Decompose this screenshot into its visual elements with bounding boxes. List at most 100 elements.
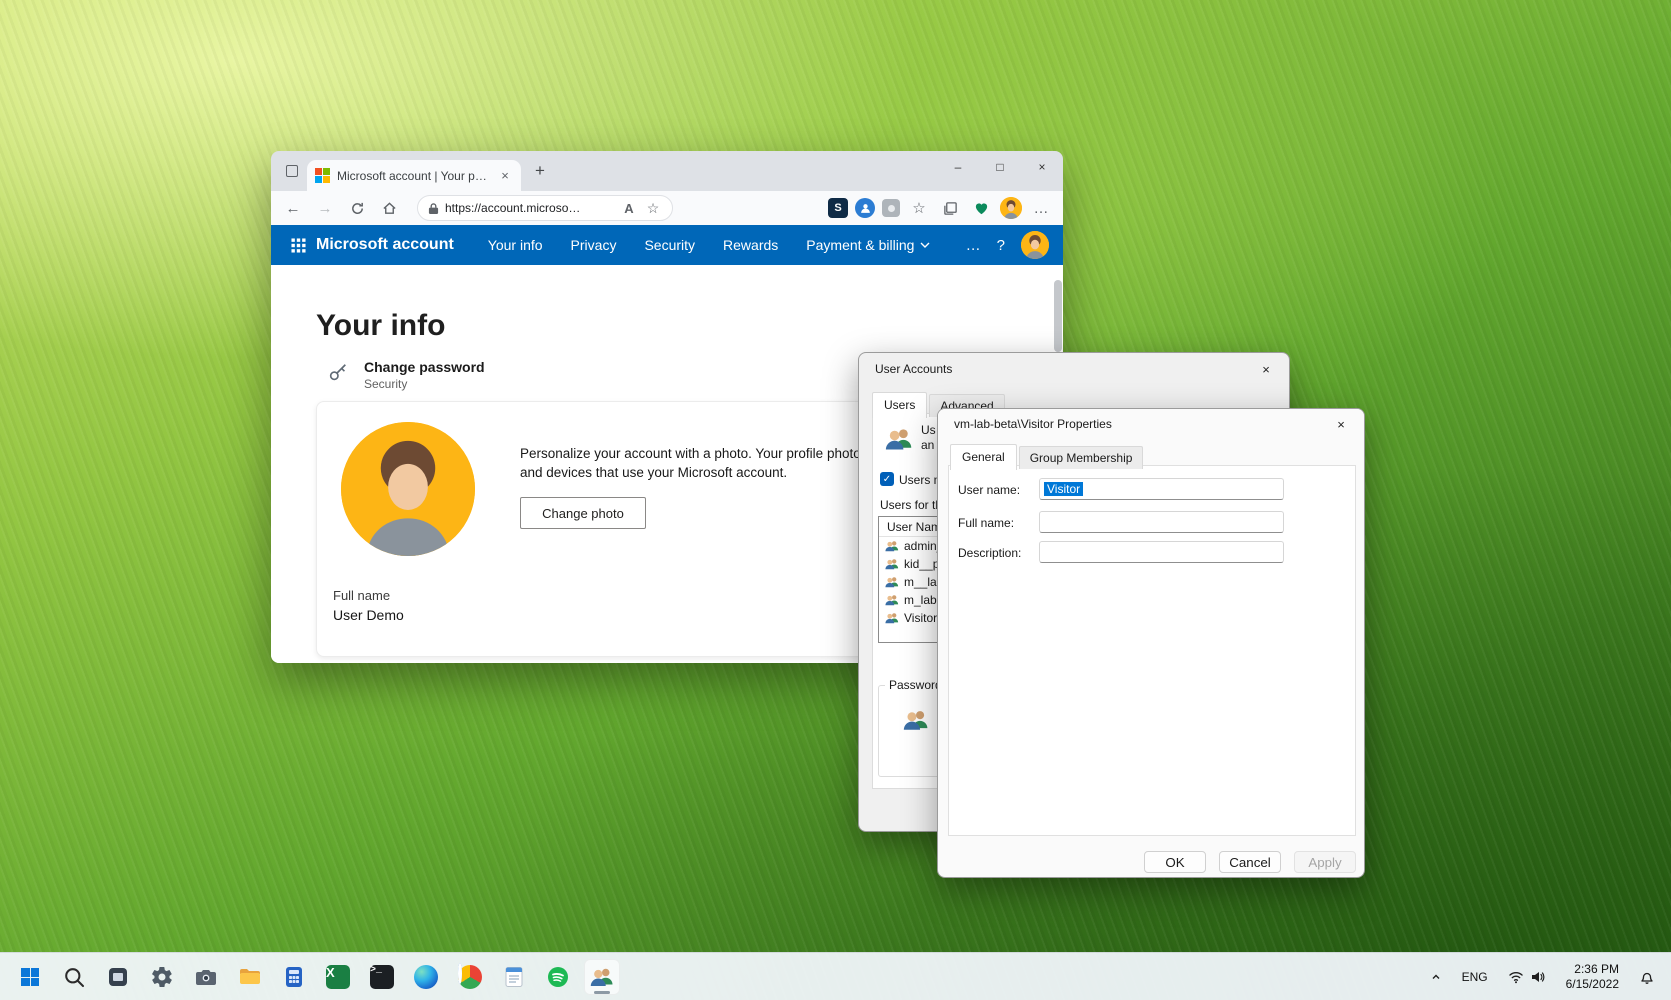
photo-description-line1: Personalize your account with a photo. Y… <box>520 446 875 461</box>
app-launcher-icon[interactable] <box>291 237 306 253</box>
taskbar: X >_ ENG 2:36 PM 6/15/2022 <box>0 952 1671 1000</box>
minimize-button[interactable]: – <box>937 151 979 183</box>
change-password-text: Change password Security <box>364 359 485 391</box>
home-icon <box>382 201 396 214</box>
check-icon: ✓ <box>882 473 892 485</box>
nav-rewards[interactable]: Rewards <box>723 237 778 253</box>
tab-users[interactable]: Users <box>872 392 928 418</box>
ms-account-brand[interactable]: Microsoft account <box>316 236 454 254</box>
volume-icon <box>1531 971 1545 982</box>
browser-toolbar: ← → https://account.microso… A ☆ S ☆ … <box>271 191 1063 225</box>
close-button[interactable]: × <box>1021 151 1063 183</box>
avatar-cartoon-icon <box>1021 231 1049 259</box>
user-accounts-app-button[interactable] <box>584 958 620 995</box>
maximize-button[interactable]: □ <box>979 151 1021 183</box>
calculator-button[interactable] <box>276 959 312 995</box>
user-accounts-close-icon[interactable]: × <box>1243 353 1289 385</box>
camera-button[interactable] <box>188 959 224 995</box>
ok-button[interactable]: OK <box>1144 851 1206 873</box>
edge-button[interactable] <box>408 959 444 995</box>
spotify-button[interactable] <box>540 959 576 995</box>
full-name-input[interactable] <box>1039 511 1284 533</box>
chrome-button[interactable] <box>452 959 488 995</box>
user-accounts-app-icon <box>590 968 613 986</box>
heart-icon <box>975 202 987 214</box>
add-favorite-star-icon[interactable]: ☆ <box>644 196 662 220</box>
ms-more-icon[interactable]: … <box>966 237 981 254</box>
back-button[interactable]: ← <box>279 194 307 222</box>
calculator-icon <box>286 966 302 987</box>
forward-button[interactable]: → <box>311 194 339 222</box>
system-tray: ENG 2:36 PM 6/15/2022 <box>1426 958 1671 996</box>
user-accounts-titlebar: User Accounts <box>859 353 1289 385</box>
tab-close-icon[interactable]: × <box>497 168 513 184</box>
wifi-icon <box>1508 971 1523 983</box>
clock-button[interactable]: 2:36 PM 6/15/2022 <box>1562 958 1623 996</box>
terminal-button[interactable]: >_ <box>364 959 400 995</box>
nav-security[interactable]: Security <box>644 237 695 253</box>
key-icon <box>329 364 346 381</box>
favorites-icon[interactable]: ☆ <box>907 196 931 220</box>
chevron-down-icon <box>920 242 930 248</box>
browser-menu-icon[interactable]: … <box>1029 196 1053 220</box>
collections-icon[interactable] <box>938 196 962 220</box>
nav-your-info[interactable]: Your info <box>488 237 543 253</box>
account-extension-icon[interactable] <box>855 198 875 218</box>
quick-settings-button[interactable] <box>1504 965 1550 989</box>
user-name-input[interactable]: Visitor <box>1039 478 1284 500</box>
address-bar[interactable]: https://account.microso… A ☆ <box>417 195 673 221</box>
extension-s-icon[interactable]: S <box>828 198 848 218</box>
change-password-row[interactable]: Change password Security <box>327 359 485 391</box>
tab-group-membership[interactable]: Group Membership <box>1018 446 1144 469</box>
description-input[interactable] <box>1039 541 1284 563</box>
users-intro-line1: Us <box>921 423 936 437</box>
collections-glyph-icon <box>943 201 957 215</box>
notepad-icon <box>505 966 523 987</box>
apply-button[interactable]: Apply <box>1294 851 1356 873</box>
language-label: ENG <box>1461 969 1488 984</box>
tab-general[interactable]: General <box>950 444 1017 470</box>
password-users-icon <box>903 711 928 730</box>
browser-essentials-icon[interactable] <box>969 196 993 220</box>
tab-actions-button[interactable] <box>279 158 305 184</box>
chevron-up-icon <box>1432 974 1440 979</box>
notepad-button[interactable] <box>496 959 532 995</box>
cancel-button[interactable]: Cancel <box>1219 851 1281 873</box>
refresh-button[interactable] <box>343 194 371 222</box>
person-icon <box>860 203 870 213</box>
spotify-icon <box>548 966 568 987</box>
camera-icon <box>196 969 216 985</box>
help-icon[interactable]: ? <box>997 237 1005 254</box>
change-photo-button[interactable]: Change photo <box>520 497 646 529</box>
avatar-cartoon-icon <box>1000 197 1022 219</box>
change-password-link[interactable]: Change password <box>364 359 485 375</box>
language-button[interactable]: ENG <box>1458 966 1492 988</box>
browser-profile-avatar[interactable] <box>1000 197 1022 219</box>
folder-icon <box>240 968 260 984</box>
require-password-checkbox[interactable]: ✓ <box>880 472 894 486</box>
new-tab-button[interactable]: + <box>527 158 553 184</box>
scrollbar-thumb[interactable] <box>1054 280 1062 352</box>
bell-icon <box>1641 972 1653 984</box>
browser-tab[interactable]: Microsoft account | Your profile × <box>307 160 521 191</box>
user-list-item-label: Visitor <box>904 611 938 625</box>
settings-button[interactable] <box>144 959 180 995</box>
file-explorer-button[interactable] <box>232 959 268 995</box>
home-button[interactable] <box>375 194 403 222</box>
tray-overflow-button[interactable] <box>1426 967 1446 987</box>
excel-button[interactable]: X <box>320 959 356 995</box>
nav-privacy[interactable]: Privacy <box>571 237 617 253</box>
ms-account-avatar[interactable] <box>1021 231 1049 259</box>
nav-payment-billing[interactable]: Payment & billing <box>806 237 930 253</box>
read-aloud-icon[interactable]: A <box>620 196 638 220</box>
users-list-label: Users for thi <box>880 498 945 512</box>
notification-button[interactable] <box>1635 965 1659 989</box>
excel-icon: X <box>326 964 350 989</box>
pinned-app-button[interactable] <box>100 959 136 995</box>
description-label: Description: <box>958 546 1022 560</box>
tab-actions-icon <box>286 165 298 177</box>
extension-icon[interactable] <box>882 199 900 217</box>
start-button[interactable] <box>12 959 48 995</box>
properties-close-icon[interactable]: × <box>1318 409 1364 439</box>
search-button[interactable] <box>56 959 92 995</box>
